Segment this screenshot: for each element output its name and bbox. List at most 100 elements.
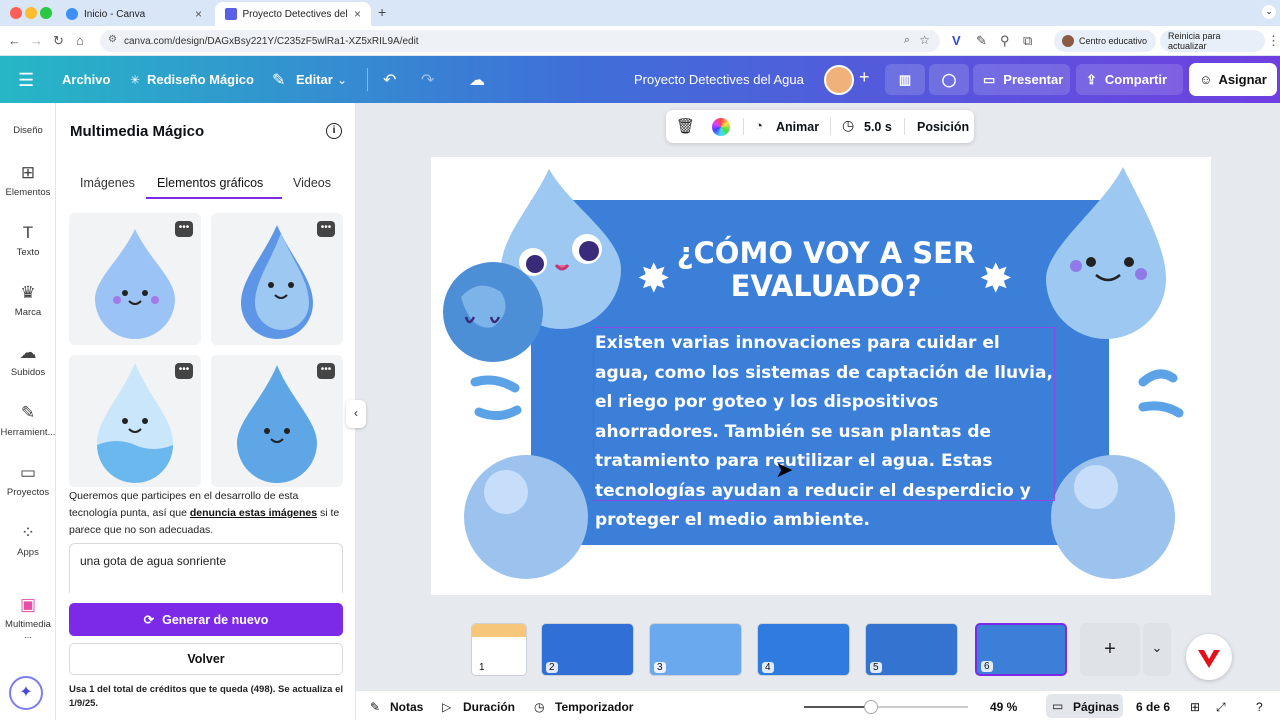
- generated-graphic[interactable]: •••: [211, 213, 343, 345]
- pages-toggle[interactable]: ▭ Páginas: [1046, 694, 1123, 718]
- rail-item-elements[interactable]: ⊞ Elementos: [0, 163, 56, 198]
- rail-item-magic-media[interactable]: ▣ Multimedia ...: [0, 595, 56, 641]
- close-window-button[interactable]: [10, 7, 22, 19]
- prompt-input[interactable]: una gota de agua sonriente: [69, 543, 343, 593]
- rail-item-text[interactable]: T Texto: [0, 223, 56, 258]
- chevron-down-icon[interactable]: ⌄: [337, 73, 347, 87]
- redo-icon[interactable]: ↷: [421, 70, 434, 90]
- profile-button[interactable]: Centro educativo: [1054, 30, 1156, 52]
- maximize-window-button[interactable]: [40, 7, 52, 19]
- regenerate-button[interactable]: ⟳ Generar de nuevo: [69, 603, 343, 636]
- assign-button[interactable]: ☺ Asignar: [1189, 63, 1277, 96]
- collapse-panel-button[interactable]: ‹: [346, 400, 366, 428]
- avatar: [1062, 35, 1074, 47]
- tab-search-icon[interactable]: ⌄: [1262, 5, 1276, 19]
- slide-canvas[interactable]: ✸ ✸ ¿CÓMO VOY A SER EVALUADO? Existen va…: [431, 157, 1211, 595]
- minimize-window-button[interactable]: [25, 7, 37, 19]
- extension-plug-icon[interactable]: ⚲: [1000, 33, 1010, 49]
- more-options-icon[interactable]: •••: [317, 221, 335, 237]
- generated-graphic[interactable]: •••: [69, 213, 201, 345]
- rail-item-uploads[interactable]: ☁ Subidos: [0, 343, 56, 378]
- tab-images[interactable]: Imágenes: [80, 176, 135, 190]
- browser-menu-icon[interactable]: ⋮: [1267, 33, 1280, 49]
- magic-redesign-button[interactable]: Rediseño Mágico: [147, 72, 254, 87]
- file-menu[interactable]: Archivo: [62, 72, 110, 87]
- more-options-icon[interactable]: •••: [175, 221, 193, 237]
- add-collaborator-icon[interactable]: +: [859, 67, 870, 88]
- help-icon[interactable]: ?: [1256, 700, 1263, 714]
- close-tab-icon[interactable]: ×: [354, 7, 361, 21]
- report-images-link[interactable]: denuncia estas imágenes: [190, 507, 317, 519]
- zoom-level[interactable]: 49 %: [990, 700, 1017, 714]
- edit-menu[interactable]: Editar: [296, 72, 333, 87]
- duration-toggle[interactable]: Duración: [463, 700, 515, 714]
- extension-pen-icon[interactable]: ✎: [976, 33, 987, 49]
- url-bar[interactable]: ⚙ canva.com/design/DAGxBsy221Y/C235zF5wl…: [100, 30, 940, 52]
- rail-item-apps[interactable]: ⁘ Apps: [0, 523, 56, 558]
- position-button[interactable]: Posición: [917, 120, 969, 134]
- duration-button[interactable]: 5.0 s: [864, 120, 892, 134]
- rail-item-tools[interactable]: ✎ Herramient...: [0, 403, 56, 438]
- browser-tab-project[interactable]: Proyecto Detectives del Agua ×: [215, 2, 371, 26]
- zoom-slider[interactable]: [804, 700, 968, 714]
- notes-button[interactable]: Notas: [390, 700, 423, 714]
- slide-body-text[interactable]: Existen varias innovaciones para cuidar …: [593, 327, 1055, 530]
- update-browser-button[interactable]: Reinicia para actualizar: [1160, 30, 1265, 52]
- cloud-saved-icon[interactable]: ☁: [469, 70, 485, 90]
- rail-item-projects[interactable]: ▭ Proyectos: [0, 463, 56, 498]
- forward-icon[interactable]: →: [30, 33, 43, 48]
- back-icon[interactable]: ←: [8, 33, 21, 48]
- bookmark-star-icon[interactable]: ☆: [919, 33, 930, 47]
- color-picker-icon[interactable]: [712, 118, 730, 136]
- fullscreen-icon[interactable]: ⤢: [1216, 700, 1226, 715]
- share-button[interactable]: ⇪ Compartir: [1076, 64, 1183, 95]
- page-thumbnail[interactable]: 1: [471, 623, 527, 676]
- menu-hamburger-icon[interactable]: ☰: [18, 70, 34, 91]
- slide-title[interactable]: ¿CÓMO VOY A SER EVALUADO?: [651, 237, 1001, 303]
- page-thumbnail[interactable]: 4: [757, 623, 850, 676]
- undo-icon[interactable]: ↶: [383, 70, 396, 90]
- page-counter[interactable]: 6 de 6: [1136, 700, 1170, 714]
- page-options-button[interactable]: ⌄: [1143, 623, 1171, 676]
- rail-item-brand[interactable]: ♛ Marca: [0, 283, 56, 318]
- brand-badge-button[interactable]: [1186, 634, 1232, 680]
- tab-graphics[interactable]: Elementos gráficos: [157, 176, 263, 190]
- slide-title-line: EVALUADO?: [730, 269, 922, 303]
- url-text: canva.com/design/DAGxBsy221Y/C235zF5wlRa…: [124, 35, 419, 47]
- site-info-icon[interactable]: ⚙: [108, 34, 117, 45]
- info-icon[interactable]: i: [326, 123, 342, 139]
- extension-v-icon[interactable]: V: [952, 33, 961, 48]
- magic-assistant-button[interactable]: ✦: [9, 676, 43, 710]
- insights-button[interactable]: ▥: [885, 64, 925, 95]
- tools-icon: ✎: [20, 403, 36, 422]
- home-icon[interactable]: ⌂: [76, 33, 84, 48]
- animate-button[interactable]: Animar: [776, 120, 819, 134]
- project-title[interactable]: Proyecto Detectives del Agua: [634, 72, 804, 87]
- comments-button[interactable]: ◯: [929, 64, 969, 95]
- page-thumbnail[interactable]: 3: [649, 623, 742, 676]
- grid-view-icon[interactable]: ⊞: [1190, 700, 1200, 714]
- avatar[interactable]: [824, 65, 854, 95]
- browser-tab-home[interactable]: Inicio - Canva ×: [56, 2, 212, 26]
- add-page-button[interactable]: +: [1080, 623, 1140, 676]
- timer-button[interactable]: Temporizador: [555, 700, 633, 714]
- close-tab-icon[interactable]: ×: [195, 7, 202, 21]
- trash-icon[interactable]: 🗑: [676, 117, 695, 135]
- reload-icon[interactable]: ↻: [53, 33, 64, 49]
- present-button[interactable]: ▭ Presentar: [973, 64, 1070, 95]
- page-thumbnail[interactable]: 2: [541, 623, 634, 676]
- extensions-icon[interactable]: ⧉: [1023, 33, 1032, 49]
- page-thumbnail-active[interactable]: 6: [975, 623, 1067, 676]
- zoom-slider-handle[interactable]: [864, 700, 878, 714]
- rail-item-design[interactable]: Diseño: [0, 125, 56, 136]
- more-options-icon[interactable]: •••: [317, 363, 335, 379]
- back-button[interactable]: Volver: [69, 643, 343, 675]
- rail-label: Subidos: [10, 367, 46, 378]
- generated-graphic[interactable]: •••: [211, 355, 343, 487]
- zoom-icon[interactable]: ⌕: [904, 34, 910, 47]
- generated-graphic[interactable]: •••: [69, 355, 201, 487]
- tab-videos[interactable]: Videos: [293, 176, 331, 190]
- more-options-icon[interactable]: •••: [175, 363, 193, 379]
- new-tab-icon[interactable]: +: [378, 4, 386, 20]
- page-thumbnail[interactable]: 5: [865, 623, 958, 676]
